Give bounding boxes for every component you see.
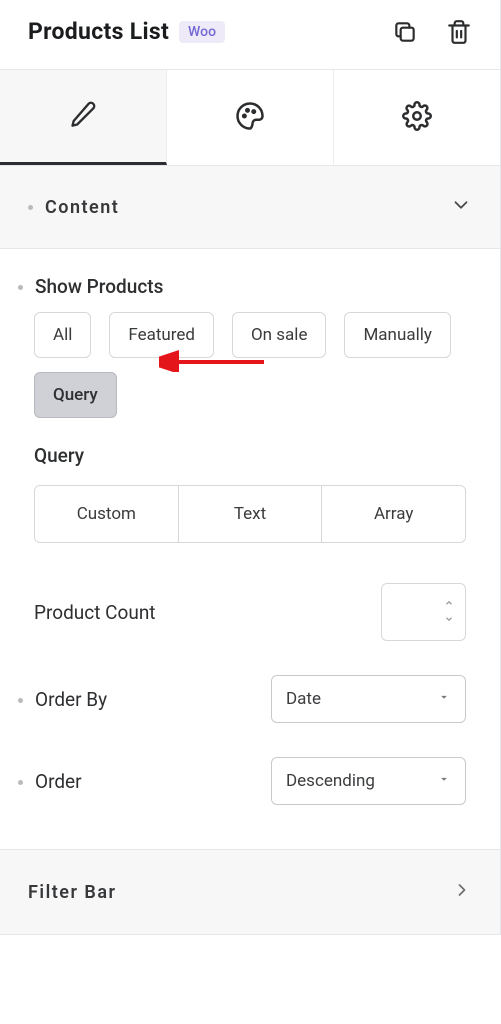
panel-title: Products List xyxy=(28,18,169,45)
chip-query[interactable]: Query xyxy=(34,372,117,418)
section-filter-bar-toggle[interactable]: Filter Bar xyxy=(0,849,500,935)
product-count-input[interactable] xyxy=(381,583,466,641)
tab-advanced[interactable] xyxy=(334,70,500,165)
dot-indicator xyxy=(18,285,23,290)
section-content-label: Content xyxy=(45,197,119,218)
chevron-down-icon xyxy=(450,194,472,220)
stepper-up-icon[interactable] xyxy=(443,598,455,610)
seg-text[interactable]: Text xyxy=(179,486,323,542)
tab-bar xyxy=(0,69,500,166)
panel-header: Products List Woo xyxy=(0,0,500,69)
section-filter-bar-label: Filter Bar xyxy=(28,882,117,903)
section-content-body: Show Products All Featured On sale Manua… xyxy=(0,249,500,849)
chip-manually[interactable]: Manually xyxy=(344,312,450,358)
seg-custom[interactable]: Custom xyxy=(35,486,179,542)
woo-badge: Woo xyxy=(179,21,225,43)
stepper-down-icon[interactable] xyxy=(443,614,455,626)
order-by-select[interactable]: Date xyxy=(271,675,466,723)
gear-icon xyxy=(402,101,432,135)
dot-indicator xyxy=(18,698,23,703)
tab-style[interactable] xyxy=(167,70,334,165)
query-type-label: Query xyxy=(34,444,466,467)
dot-indicator xyxy=(28,205,33,210)
settings-panel: Products List Woo xyxy=(0,0,501,935)
chevron-right-icon xyxy=(452,880,472,904)
order-by-label: Order By xyxy=(35,688,107,711)
chip-featured[interactable]: Featured xyxy=(109,312,214,358)
chip-onsale[interactable]: On sale xyxy=(232,312,326,358)
caret-down-icon xyxy=(437,771,451,791)
duplicate-icon[interactable] xyxy=(392,19,418,45)
caret-down-icon xyxy=(437,689,451,709)
seg-array[interactable]: Array xyxy=(322,486,465,542)
order-by-value: Date xyxy=(286,689,321,709)
palette-icon xyxy=(235,101,265,135)
order-value: Descending xyxy=(286,771,375,791)
order-label: Order xyxy=(35,770,82,793)
trash-icon[interactable] xyxy=(446,19,472,45)
chip-all[interactable]: All xyxy=(34,312,91,358)
show-products-label: Show Products xyxy=(35,275,163,298)
order-select[interactable]: Descending xyxy=(271,757,466,805)
section-content-toggle[interactable]: Content xyxy=(0,166,500,249)
product-count-label: Product Count xyxy=(34,601,156,624)
pencil-icon xyxy=(69,100,97,132)
show-products-options: All Featured On sale Manually Query xyxy=(34,312,466,418)
dot-indicator xyxy=(18,780,23,785)
query-type-group: Custom Text Array xyxy=(34,485,466,543)
tab-content[interactable] xyxy=(0,70,167,165)
